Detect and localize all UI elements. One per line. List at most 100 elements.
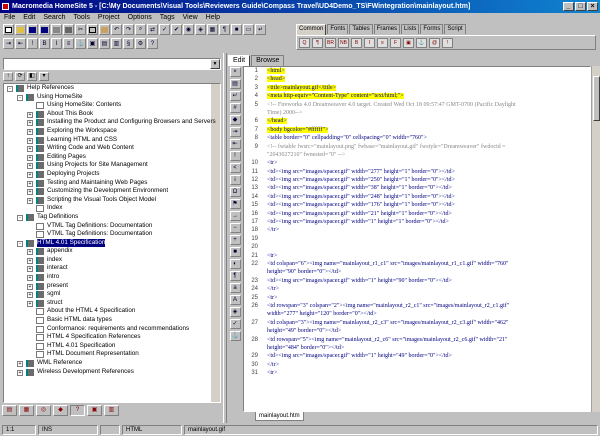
menu-view[interactable]: View	[183, 13, 198, 23]
code-line[interactable]: <td colspan="3"><img name="mainlayout_r2…	[267, 319, 586, 327]
highlight-icon[interactable]: ■	[229, 247, 241, 257]
tab-fonts[interactable]: Fonts	[327, 24, 349, 34]
expand-icon[interactable]: +	[27, 275, 33, 282]
code-line[interactable]: <td><img src="images/spacer.gif" width="…	[267, 168, 586, 176]
chevron-down-icon[interactable]: ▼	[210, 59, 220, 69]
tree-item[interactable]: + index	[4, 256, 220, 265]
projects-tab-icon[interactable]: ▦	[19, 405, 34, 416]
tag-chooser-icon[interactable]: ◈	[229, 307, 241, 317]
menu-help[interactable]: Help	[206, 13, 220, 23]
tree-item[interactable]: + Editing Pages	[4, 153, 220, 162]
code-line[interactable]	[267, 243, 586, 251]
tree-item[interactable]: + Wireless Development References	[4, 368, 220, 377]
code-line[interactable]: <title>mainlayout.gif</title>	[267, 84, 586, 92]
tab-forms[interactable]: Forms	[420, 24, 444, 34]
collapse-icon[interactable]: -	[17, 240, 23, 247]
form-icon[interactable]: ▥	[111, 38, 122, 49]
cut-icon[interactable]: ✂	[75, 24, 86, 35]
uppercase-icon[interactable]: A	[229, 295, 241, 305]
bold-icon[interactable]: B	[39, 38, 50, 49]
break-icon[interactable]: BR	[325, 38, 336, 48]
tab-lists[interactable]: Lists	[401, 24, 420, 34]
expand-text-icon[interactable]: +	[229, 235, 241, 245]
close-button[interactable]: ×	[587, 2, 598, 11]
image-tag-icon[interactable]: ▣	[403, 38, 414, 48]
code-line[interactable]: <table border="0" cellpadding="0" cellsp…	[267, 134, 586, 142]
code-line[interactable]: <head>	[267, 75, 586, 83]
code-line[interactable]: </tr>	[267, 361, 586, 369]
italic-tag-icon[interactable]: I	[364, 38, 375, 48]
print-icon[interactable]	[63, 24, 74, 35]
tree-item[interactable]: + Using Projects for Site Management	[4, 161, 220, 170]
lowercase-icon[interactable]: a	[229, 283, 241, 293]
results-tab-icon[interactable]: ▥	[104, 405, 119, 416]
quickstart-icon[interactable]: Q	[299, 38, 310, 48]
code-line[interactable]: <td><img src="images/spacer.gif" width="…	[267, 210, 586, 218]
validate-icon[interactable]: ✔	[171, 24, 182, 35]
comment-block-icon[interactable]: !	[229, 151, 241, 161]
expand-icon[interactable]: +	[27, 120, 33, 127]
maximize-button[interactable]: □	[575, 2, 586, 11]
collapse-text-icon[interactable]: −	[229, 223, 241, 233]
menu-options[interactable]: Options	[128, 13, 152, 23]
new-file-icon[interactable]	[3, 24, 14, 35]
menu-project[interactable]: Project	[98, 13, 120, 23]
expand-icon[interactable]: +	[27, 257, 33, 264]
resource-dropdown[interactable]: ▼	[3, 58, 221, 70]
tab-frames[interactable]: Frames	[373, 24, 401, 34]
code-line[interactable]: <tr>	[267, 159, 586, 167]
expand-icon[interactable]: +	[27, 292, 33, 299]
tree-item[interactable]: + Deploying Projects	[4, 170, 220, 179]
paste-icon[interactable]	[99, 24, 110, 35]
spellcheck-icon[interactable]: ✓	[159, 24, 170, 35]
code-line[interactable]: <td><img src="images/spacer.gif" width="…	[267, 201, 586, 209]
code-line[interactable]: <!-- fwtable fwsrc="mainlayout.png" fwba…	[267, 143, 586, 151]
expand-icon[interactable]: +	[27, 146, 33, 153]
tab-browse[interactable]: Browse	[251, 55, 285, 66]
code-editor[interactable]: 1 2 3 4 5 6 7 8 9 10 11 12 13 14 15 16 17 18 19 20 21 22 23 24 2…	[243, 66, 591, 412]
tree-item[interactable]: - Help References	[4, 84, 220, 93]
files-tab-icon[interactable]: ▤	[2, 405, 17, 416]
replace-icon[interactable]: ⇄	[147, 24, 158, 35]
find-icon[interactable]: ⌕	[135, 24, 146, 35]
goto-line-icon[interactable]: →	[229, 211, 241, 221]
image-map-icon[interactable]: ▦	[207, 24, 218, 35]
style-editor-icon[interactable]: ¶	[219, 24, 230, 35]
menu-search[interactable]: Search	[43, 13, 65, 23]
expand-icon[interactable]: +	[27, 171, 33, 178]
tree-item[interactable]: + Installing the Product and Configuring …	[4, 118, 220, 127]
code-line[interactable]: <html>	[267, 67, 586, 75]
font-tag-icon[interactable]: F	[390, 38, 401, 48]
color-coding-icon[interactable]: ◐	[229, 259, 241, 269]
code-line[interactable]: <body bgcolor="#ffffff">	[267, 126, 586, 134]
email-tag-icon[interactable]: @	[429, 38, 440, 48]
tag-inspector-icon[interactable]: ◈	[195, 24, 206, 35]
tree-item[interactable]: + Writing Code and Web Content	[4, 144, 220, 153]
table-icon[interactable]: ▤	[99, 38, 110, 49]
tree-item[interactable]: + WML Reference	[4, 359, 220, 368]
code-line[interactable]: <meta http-equiv="Content-Type" content=…	[267, 92, 586, 100]
save-all-icon[interactable]	[39, 24, 50, 35]
browser-preview-icon[interactable]: ◉	[183, 24, 194, 35]
tab-tables[interactable]: Tables	[349, 24, 373, 34]
tree-item[interactable]: Basic HTML data types	[4, 316, 220, 325]
expand-icon[interactable]: +	[27, 128, 33, 135]
expand-icon[interactable]: +	[27, 189, 33, 196]
copy-icon[interactable]	[87, 24, 98, 35]
code-line[interactable]	[267, 235, 586, 243]
tree-item[interactable]: + Customizing the Development Environment	[4, 187, 220, 196]
document-tab[interactable]: mainlayout.htm	[255, 412, 304, 421]
center-tag-icon[interactable]: ≡	[377, 38, 388, 48]
code-line[interactable]: <td><img src="images/spacer.gif" width="…	[267, 352, 586, 360]
tag-inspector-tab-icon[interactable]: ▣	[87, 405, 102, 416]
collapse-icon[interactable]: -	[7, 86, 13, 92]
comment-icon[interactable]: !	[27, 38, 38, 49]
expand-icon[interactable]: +	[27, 163, 33, 170]
indent-icon[interactable]: ⇥	[3, 38, 14, 49]
code-line[interactable]: </tr>	[267, 285, 586, 293]
code-line[interactable]: <td><img src="images/spacer.gif" width="…	[267, 176, 586, 184]
code-line[interactable]: <!-- Fireworks 4.0 Dreamweaver 4.0 targe…	[267, 101, 586, 109]
tree-item[interactable]: - Using HomeSite	[4, 93, 220, 102]
code-line[interactable]: <td colspan="6"><img name="mainlayout_r1…	[267, 260, 586, 268]
expand-icon[interactable]: +	[27, 283, 33, 290]
